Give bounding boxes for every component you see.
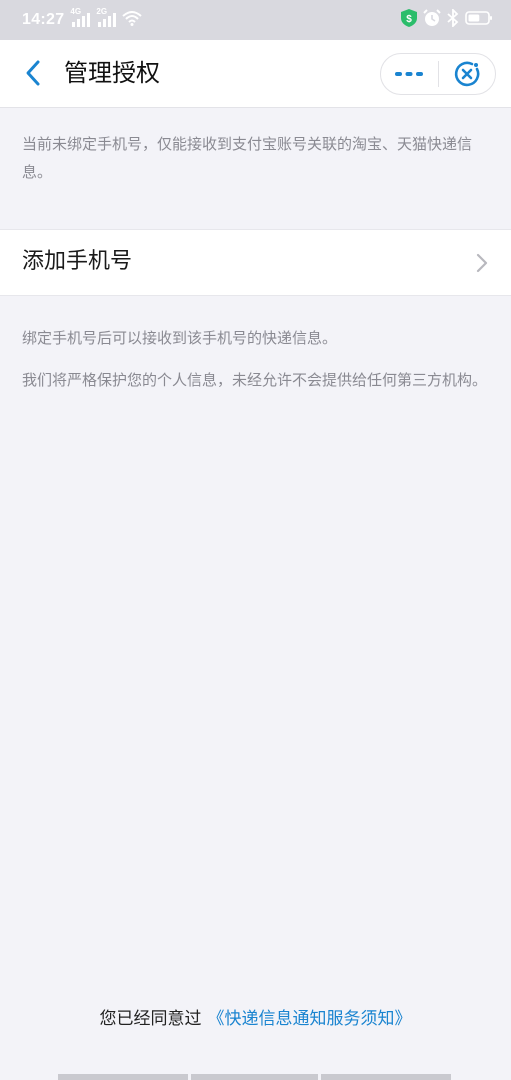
signal-icon-2: 2G	[96, 7, 117, 28]
info-text-privacy: 我们将严格保护您的个人信息，未经允许不会提供给任何第三方机构。	[22, 371, 488, 389]
mini-app-capsule	[380, 53, 496, 95]
chevron-right-icon	[476, 253, 488, 273]
bottom-bar-divider	[188, 1074, 191, 1080]
status-left: 14:27 4G 2G	[22, 7, 143, 31]
signal-icon: 4G	[70, 7, 91, 28]
nav-bar: 管理授权	[0, 40, 511, 108]
agreement-text: 您已经同意过 《快递信息通知服务须知》	[0, 1004, 511, 1034]
chevron-left-icon	[26, 60, 40, 86]
more-dots-icon	[395, 72, 424, 76]
add-phone-label: 添加手机号	[22, 249, 133, 274]
status-right: $	[401, 7, 493, 32]
bottom-bar-edge	[448, 1074, 451, 1080]
bottom-bar-divider	[318, 1074, 321, 1080]
wifi-icon	[122, 10, 143, 31]
close-button[interactable]	[438, 54, 495, 94]
add-phone-row[interactable]: 添加手机号	[0, 229, 511, 296]
agreement-prefix: 您已经同意过	[99, 1009, 202, 1029]
alarm-icon	[423, 8, 441, 32]
close-circle-icon	[454, 61, 480, 87]
page-title: 管理授权	[64, 59, 160, 87]
more-button[interactable]	[381, 54, 438, 94]
battery-icon	[465, 10, 493, 31]
bottom-bar	[58, 1074, 451, 1080]
svg-text:$: $	[406, 14, 412, 25]
back-button[interactable]	[16, 56, 50, 90]
binding-notice: 当前未绑定手机号，仅能接收到支付宝账号关联的淘宝、天猫快递信息。	[22, 135, 473, 181]
status-time: 14:27	[22, 11, 65, 28]
bluetooth-icon	[447, 7, 459, 32]
agreement-link[interactable]: 《快递信息通知服务须知》	[208, 1009, 412, 1029]
shield-dollar-icon: $	[401, 8, 417, 32]
status-bar: 14:27 4G 2G $	[0, 0, 511, 40]
info-text-bind-phone: 绑定手机号后可以接收到该手机号的快递信息。	[22, 329, 338, 347]
bottom-bar-edge	[58, 1074, 61, 1080]
